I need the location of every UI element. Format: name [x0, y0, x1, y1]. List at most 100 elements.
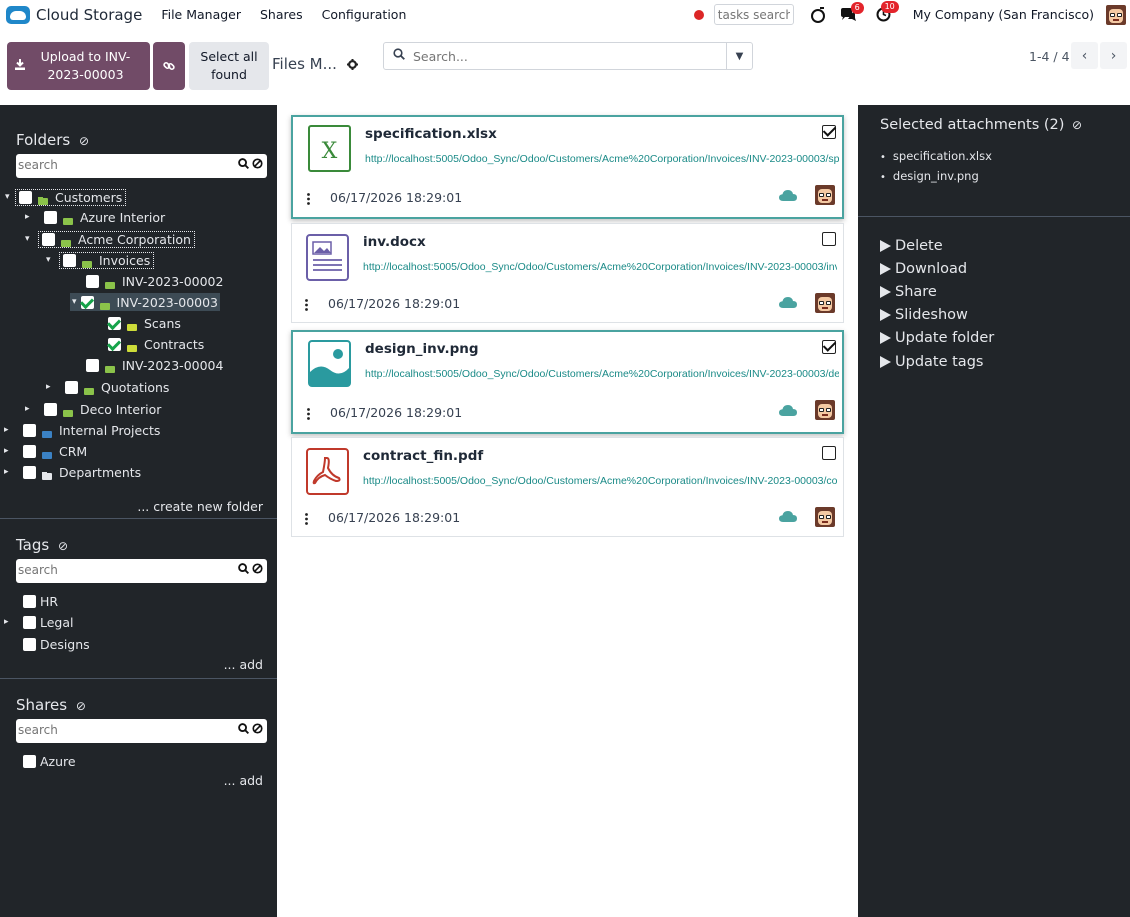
app-brand[interactable]: Cloud Storage	[6, 5, 142, 24]
folder-checkbox[interactable]	[44, 402, 57, 416]
folder-checkbox[interactable]	[42, 232, 55, 246]
upload-button[interactable]: Upload to INV-2023-00003	[7, 42, 150, 90]
folder-row-invoices[interactable]: ▾ Invoices	[46, 251, 155, 269]
folder-row-inv-2023-00004[interactable]: INV-2023-00004	[86, 356, 223, 374]
tags-search[interactable]	[16, 559, 267, 583]
folder-checkbox[interactable]	[108, 316, 121, 330]
file-card[interactable]: X specification.xlsx http://localhost:50…	[291, 115, 844, 219]
folder-row-departments[interactable]: ▸ Departments	[4, 463, 141, 481]
tags-clear-icon[interactable]: ⊘	[58, 539, 68, 553]
breadcrumb-title[interactable]: Files M...	[272, 55, 337, 73]
folder-row-deco-interior[interactable]: ▸ Deco Interior	[25, 400, 161, 418]
tags-search-input[interactable]	[18, 559, 218, 581]
file-card[interactable]: inv.docx http://localhost:5005/Odoo_Sync…	[291, 223, 844, 323]
file-name[interactable]: specification.xlsx	[365, 126, 497, 142]
folder-checkbox[interactable]	[23, 444, 36, 458]
collapse-icon[interactable]: ▾	[5, 192, 15, 202]
file-select-checkbox[interactable]	[822, 232, 836, 246]
collapse-icon[interactable]: ▾	[46, 255, 56, 265]
folder-row-inv-2023-00003[interactable]: ▾ INV-2023-00003	[70, 293, 220, 311]
file-select-checkbox[interactable]	[822, 125, 836, 139]
folder-checkbox[interactable]	[23, 423, 36, 437]
folder-row-azure-interior[interactable]: ▸ Azure Interior	[25, 208, 165, 226]
select-all-button[interactable]: Select all found	[189, 42, 269, 90]
collapse-icon[interactable]: ▾	[72, 297, 77, 307]
tag-checkbox[interactable]	[23, 637, 36, 651]
action-slideshow[interactable]: Slideshow	[880, 304, 994, 327]
add-tag-link[interactable]: ... add	[224, 657, 263, 672]
owner-avatar[interactable]	[815, 185, 835, 205]
pager-previous-button[interactable]: ‹	[1071, 42, 1098, 69]
owner-avatar[interactable]	[815, 507, 835, 527]
expand-icon[interactable]: ▸	[4, 446, 14, 456]
folder-checkbox[interactable]	[19, 190, 32, 204]
messages-icon[interactable]: 6	[840, 1, 864, 22]
kebab-menu-icon[interactable]	[307, 408, 310, 420]
collapse-icon[interactable]: ▾	[25, 234, 35, 244]
tag-row-hr[interactable]: HR	[23, 592, 58, 610]
file-name[interactable]: design_inv.png	[365, 341, 479, 357]
tag-checkbox[interactable]	[23, 615, 36, 629]
action-update-tags[interactable]: Update tags	[880, 350, 994, 373]
clear-selection-icon[interactable]: ⊘	[1072, 118, 1082, 132]
tag-checkbox[interactable]	[23, 594, 36, 608]
folder-checkbox[interactable]	[108, 337, 121, 351]
shares-search[interactable]	[16, 719, 267, 743]
folder-checkbox[interactable]	[63, 253, 76, 267]
file-card[interactable]: design_inv.png http://localhost:5005/Odo…	[291, 330, 844, 434]
file-select-checkbox[interactable]	[822, 340, 836, 354]
expand-icon[interactable]: ▸	[46, 382, 56, 392]
kebab-menu-icon[interactable]	[307, 193, 310, 205]
file-url[interactable]: http://localhost:5005/Odoo_Sync/Odoo/Cus…	[365, 153, 839, 165]
user-avatar[interactable]	[1106, 4, 1126, 25]
file-url[interactable]: http://localhost:5005/Odoo_Sync/Odoo/Cus…	[363, 261, 837, 273]
folders-clear-icon[interactable]: ⊘	[79, 134, 89, 148]
action-update-folder[interactable]: Update folder	[880, 327, 994, 350]
shares-clear-icon[interactable]: ⊘	[76, 699, 86, 713]
file-url[interactable]: http://localhost:5005/Odoo_Sync/Odoo/Cus…	[363, 475, 837, 487]
action-delete[interactable]: Delete	[880, 234, 994, 257]
expand-icon[interactable]: ▸	[4, 425, 14, 435]
pager-value[interactable]: 1-4 / 4	[1029, 49, 1070, 64]
clock-icon[interactable]: 10	[876, 1, 899, 22]
folder-checkbox[interactable]	[65, 380, 78, 394]
tasks-search-input[interactable]	[713, 4, 794, 25]
create-folder-link[interactable]: ... create new folder	[137, 499, 263, 514]
folders-search-input[interactable]	[18, 154, 218, 176]
share-checkbox[interactable]	[23, 754, 36, 768]
file-select-checkbox[interactable]	[822, 446, 836, 460]
expand-icon[interactable]: ▸	[25, 212, 35, 222]
search-bar[interactable]: ▼	[383, 42, 753, 70]
search-options-toggle[interactable]: ▼	[726, 43, 752, 69]
file-card[interactable]: contract_fin.pdf http://localhost:5005/O…	[291, 437, 844, 537]
folder-row-quotations[interactable]: ▸ Quotations	[46, 378, 169, 396]
add-share-link[interactable]: ... add	[224, 773, 263, 788]
expand-icon[interactable]: ▸	[4, 467, 14, 477]
share-row-azure[interactable]: Azure	[23, 752, 76, 770]
file-name[interactable]: contract_fin.pdf	[363, 448, 483, 464]
folder-checkbox[interactable]	[44, 210, 57, 224]
pager-next-button[interactable]: ›	[1100, 42, 1127, 69]
menu-file-manager[interactable]: File Manager	[161, 7, 241, 22]
folder-row-contracts[interactable]: Contracts	[108, 335, 204, 353]
company-switcher[interactable]: My Company (San Francisco)	[913, 7, 1094, 22]
tag-row-designs[interactable]: Designs	[23, 635, 90, 653]
file-url[interactable]: http://localhost:5005/Odoo_Sync/Odoo/Cus…	[365, 368, 839, 380]
folders-search[interactable]	[16, 154, 267, 178]
owner-avatar[interactable]	[815, 400, 835, 420]
folder-row-crm[interactable]: ▸ CRM	[4, 442, 87, 460]
activity-timer-icon[interactable]	[810, 6, 826, 23]
kebab-menu-icon[interactable]	[305, 299, 308, 311]
folder-row-scans[interactable]: Scans	[108, 314, 181, 332]
kebab-menu-icon[interactable]	[305, 513, 308, 525]
shares-search-input[interactable]	[18, 719, 218, 741]
search-input[interactable]	[413, 48, 713, 64]
file-name[interactable]: inv.docx	[363, 234, 426, 250]
folder-row-acme-corporation[interactable]: ▾ Acme Corporation	[25, 230, 195, 248]
menu-configuration[interactable]: Configuration	[322, 7, 407, 22]
action-download[interactable]: Download	[880, 257, 994, 280]
expand-icon[interactable]: ▸	[4, 617, 14, 627]
status-dot-icon[interactable]	[693, 9, 704, 20]
menu-shares[interactable]: Shares	[260, 7, 303, 22]
folder-checkbox[interactable]	[23, 465, 36, 479]
